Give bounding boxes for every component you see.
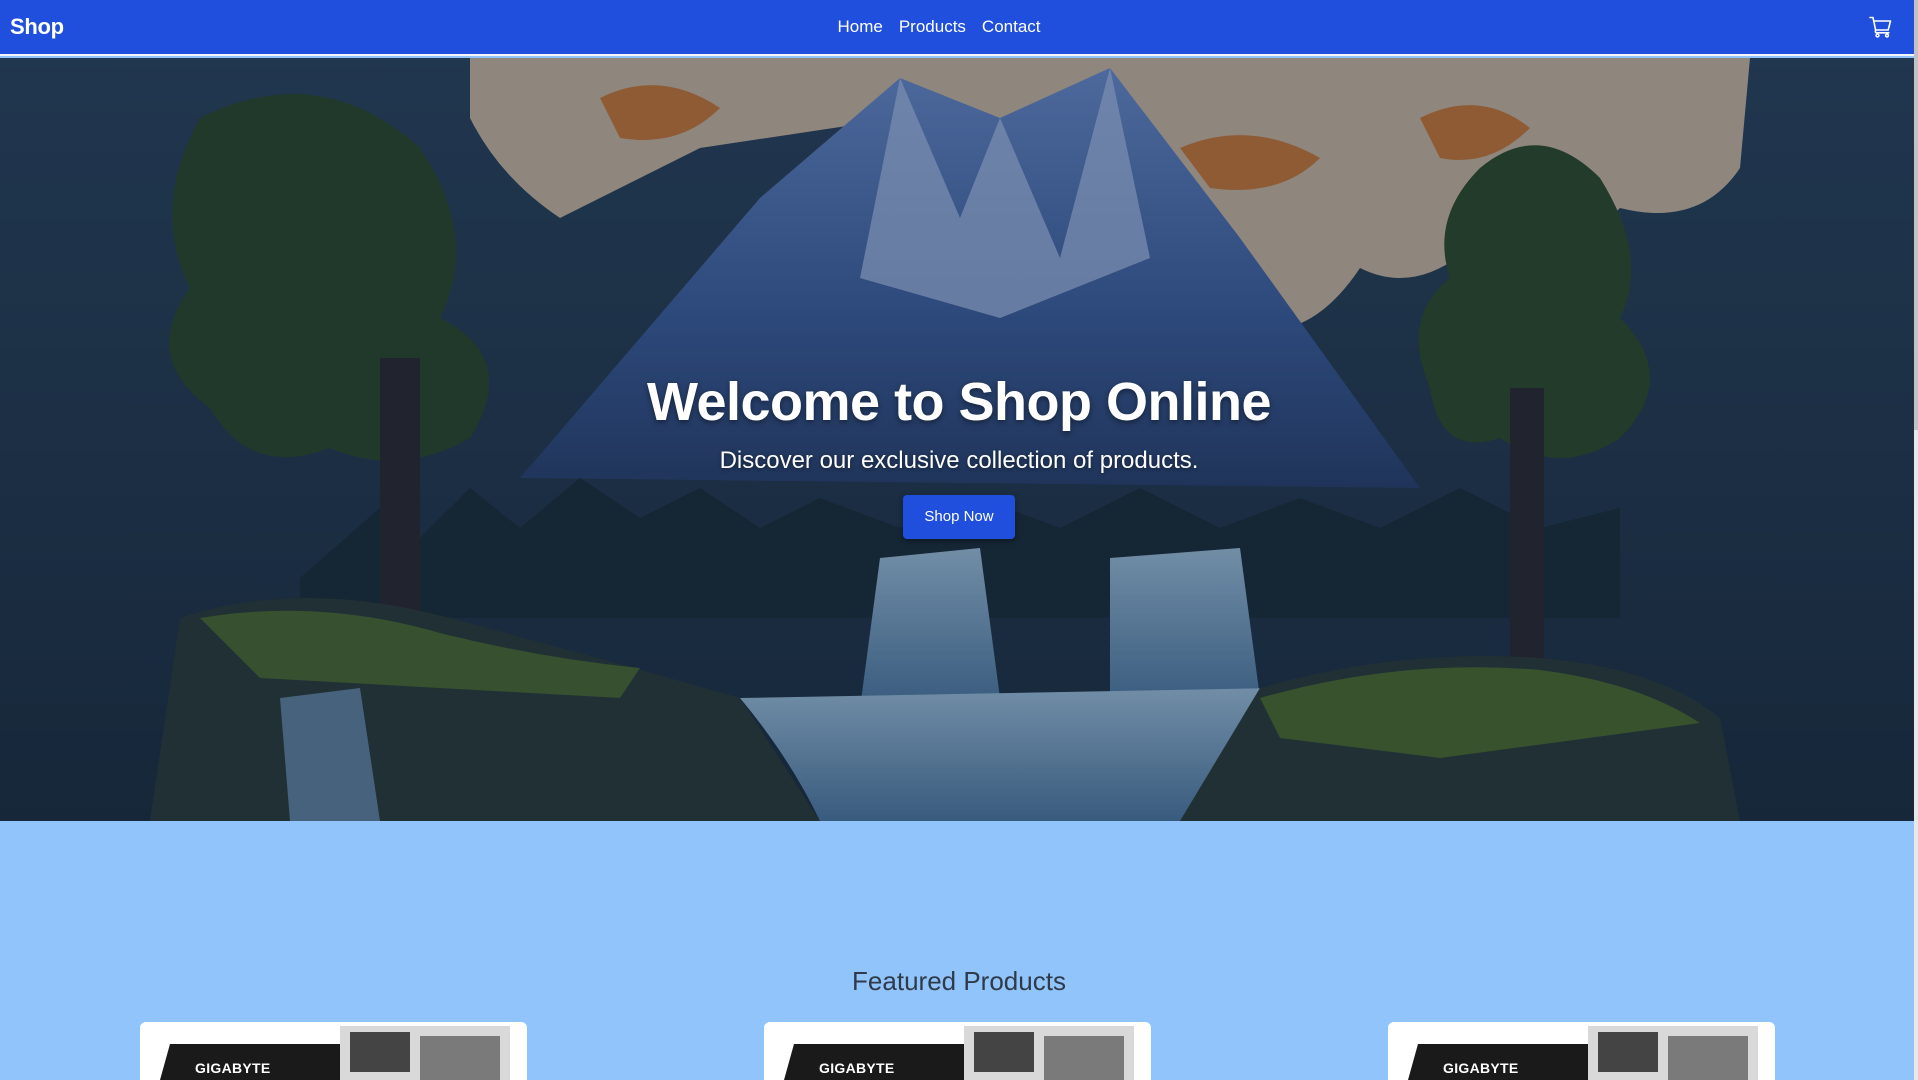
product-brand-text: GIGABYTE: [195, 1060, 271, 1076]
featured-products-section: Featured Products GIGABYTE GIGABYTE GIGA…: [0, 821, 1918, 1080]
hero-subtitle: Discover our exclusive collection of pro…: [719, 446, 1199, 474]
nav-links: Home Products Contact: [837, 17, 1040, 37]
nav-link-home[interactable]: Home: [837, 17, 882, 37]
product-brand-text: GIGABYTE: [1443, 1060, 1519, 1076]
hero-title: Welcome to Shop Online: [646, 371, 1272, 432]
product-card[interactable]: GIGABYTE: [140, 1022, 527, 1080]
hero-content: Welcome to Shop Online Discover our excl…: [0, 58, 1918, 821]
cart-icon[interactable]: [1868, 14, 1894, 40]
product-card[interactable]: GIGABYTE: [764, 1022, 1151, 1080]
shop-now-button[interactable]: Shop Now: [903, 494, 1015, 539]
page-scrollbar[interactable]: [1914, 0, 1918, 1080]
brand-logo[interactable]: Shop: [10, 14, 64, 40]
product-brand-text: GIGABYTE: [819, 1060, 895, 1076]
featured-products-title: Featured Products: [852, 966, 1066, 996]
product-cards: GIGABYTE GIGABYTE GIGABYTE: [0, 1022, 1918, 1080]
scrollbar-thumb[interactable]: [1914, 0, 1918, 430]
product-card[interactable]: GIGABYTE: [1388, 1022, 1775, 1080]
nav-link-products[interactable]: Products: [899, 17, 966, 37]
nav-link-contact[interactable]: Contact: [982, 17, 1041, 37]
hero-section: Welcome to Shop Online Discover our excl…: [0, 58, 1918, 821]
top-navbar: Shop Home Products Contact: [0, 0, 1918, 56]
